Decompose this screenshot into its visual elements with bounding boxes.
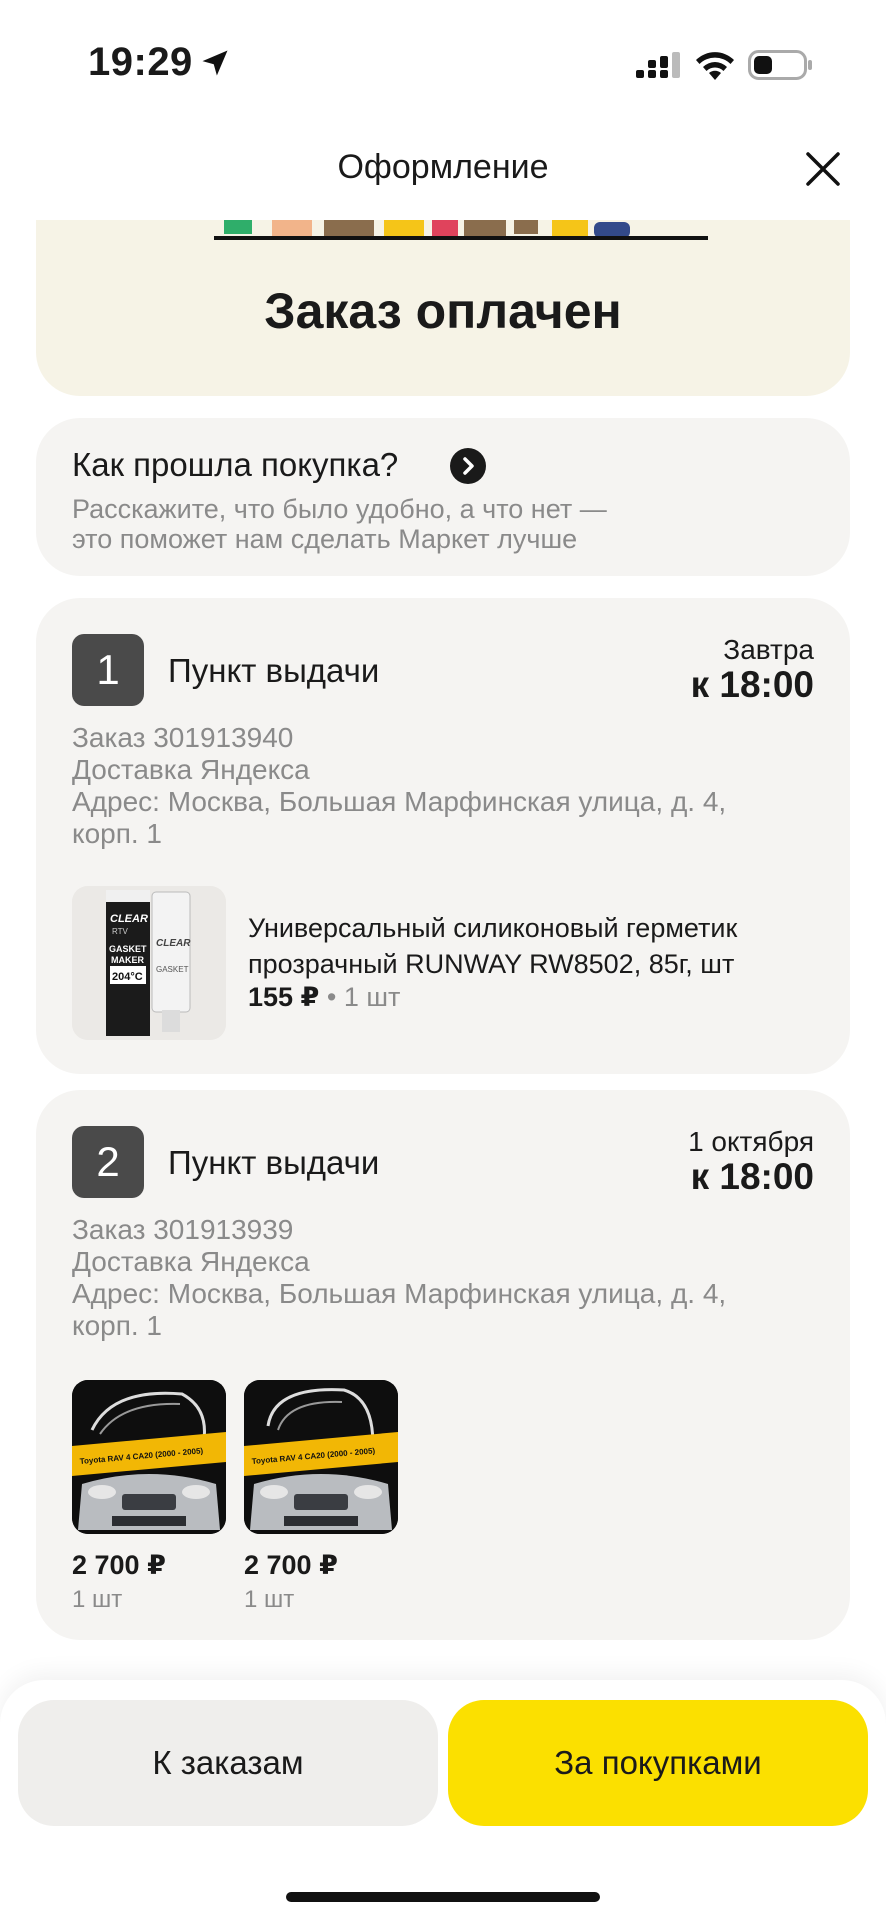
- shopping-illustration: [214, 220, 708, 240]
- feedback-subtitle: Расскажите, что было удобно, а что нет —…: [72, 494, 692, 554]
- item-price: 2 700 ₽: [244, 1550, 338, 1580]
- checkout-header: Оформление: [0, 130, 886, 210]
- product-image-sealant[interactable]: CLEAR RTV GASKET MAKER 204°C CLEAR GASKE…: [72, 886, 226, 1040]
- order-id: Заказ 301913939: [72, 1214, 294, 1245]
- bottom-action-panel: К заказам За покупками: [0, 1680, 886, 1920]
- address-line1: Адрес: Москва, Большая Марфинская улица,…: [72, 1278, 727, 1309]
- location-arrow-icon: [202, 50, 228, 76]
- sealant-package-image: CLEAR RTV GASKET MAKER 204°C CLEAR GASKE…: [72, 886, 226, 1040]
- feedback-title: Как прошла покупка?: [72, 446, 399, 483]
- order-details: Заказ 301913940 Доставка Яндекса Адрес: …: [72, 722, 812, 850]
- order-number-badge: 2: [72, 1126, 144, 1198]
- delivery-service: Доставка Яндекса: [72, 754, 310, 785]
- chevron-right-circle-icon[interactable]: [450, 448, 486, 484]
- pkg-gasket-text: GASKET: [109, 944, 147, 954]
- product-image-headlight-1[interactable]: Toyota RAV 4 CA20 (2000 - 2005): [72, 1380, 226, 1534]
- pkg-temp-text: 204°C: [112, 971, 143, 983]
- order-delivery-time: к 18:00: [690, 664, 814, 705]
- svg-text:GASKET: GASKET: [156, 965, 189, 974]
- svg-text:CLEAR: CLEAR: [156, 938, 191, 949]
- battery-icon: [748, 50, 812, 80]
- headlight-cover-image: Toyota RAV 4 CA20 (2000 - 2005): [72, 1380, 226, 1534]
- to-orders-button[interactable]: К заказам: [18, 1700, 438, 1826]
- order-paid-title: Заказ оплачен: [264, 283, 622, 339]
- address-line2: корп. 1: [72, 818, 163, 849]
- home-indicator[interactable]: [286, 1892, 600, 1902]
- order-delivery-time: к 18:00: [690, 1156, 814, 1197]
- feedback-subtitle-line1: Расскажите, что было удобно, а что нет —: [72, 494, 607, 524]
- order-details: Заказ 301913939 Доставка Яндекса Адрес: …: [72, 1214, 812, 1342]
- address-line2: корп. 1: [72, 1310, 163, 1341]
- pkg-clear-text: CLEAR: [110, 913, 148, 925]
- order-card-2[interactable]: 2 Пункт выдачи 1 октября к 18:00 Заказ 3…: [36, 1090, 850, 1640]
- continue-shopping-button[interactable]: За покупками: [448, 1700, 868, 1826]
- delivery-service: Доставка Яндекса: [72, 1246, 310, 1277]
- close-icon[interactable]: [804, 150, 842, 188]
- item-qty: 1 шт: [72, 1586, 123, 1613]
- feedback-subtitle-line2: это поможет нам сделать Маркет лучше: [72, 524, 578, 554]
- product-image-headlight-2[interactable]: Toyota RAV 4 CA20 (2000 - 2005): [244, 1380, 398, 1534]
- order-number-badge: 1: [72, 634, 144, 706]
- order-delivery-type: Пункт выдачи: [168, 652, 380, 689]
- cellular-signal-icon: [636, 52, 680, 78]
- order-delivery-date: 1 октября: [688, 1126, 814, 1157]
- order-id: Заказ 301913940: [72, 722, 294, 753]
- order-delivery-date: Завтра: [723, 634, 814, 665]
- headlight-cover-image: Toyota RAV 4 CA20 (2000 - 2005): [244, 1380, 398, 1534]
- feedback-card[interactable]: Как прошла покупка? Расскажите, что было…: [36, 418, 850, 576]
- order-paid-banner: Заказ оплачен: [36, 220, 850, 396]
- item-price: 2 700 ₽: [72, 1550, 166, 1580]
- product-qty: • 1 шт: [326, 982, 401, 1012]
- wifi-icon: [696, 52, 734, 80]
- product-price: 155 ₽: [248, 982, 320, 1012]
- item-qty: 1 шт: [244, 1586, 295, 1613]
- pkg-maker-text: MAKER: [111, 955, 144, 965]
- order-delivery-type: Пункт выдачи: [168, 1144, 380, 1181]
- status-time: 19:29: [88, 40, 193, 84]
- address-line1: Адрес: Москва, Большая Марфинская улица,…: [72, 786, 727, 817]
- page-title: Оформление: [337, 148, 549, 186]
- pkg-rtv-text: RTV: [112, 927, 129, 936]
- product-price-line: 155 ₽ • 1 шт: [248, 982, 400, 1013]
- product-name[interactable]: Универсальный силиконовый герметик прозр…: [248, 910, 818, 982]
- status-bar: 19:29: [0, 0, 886, 120]
- order-card-1[interactable]: 1 Пункт выдачи Завтра к 18:00 Заказ 3019…: [36, 598, 850, 1074]
